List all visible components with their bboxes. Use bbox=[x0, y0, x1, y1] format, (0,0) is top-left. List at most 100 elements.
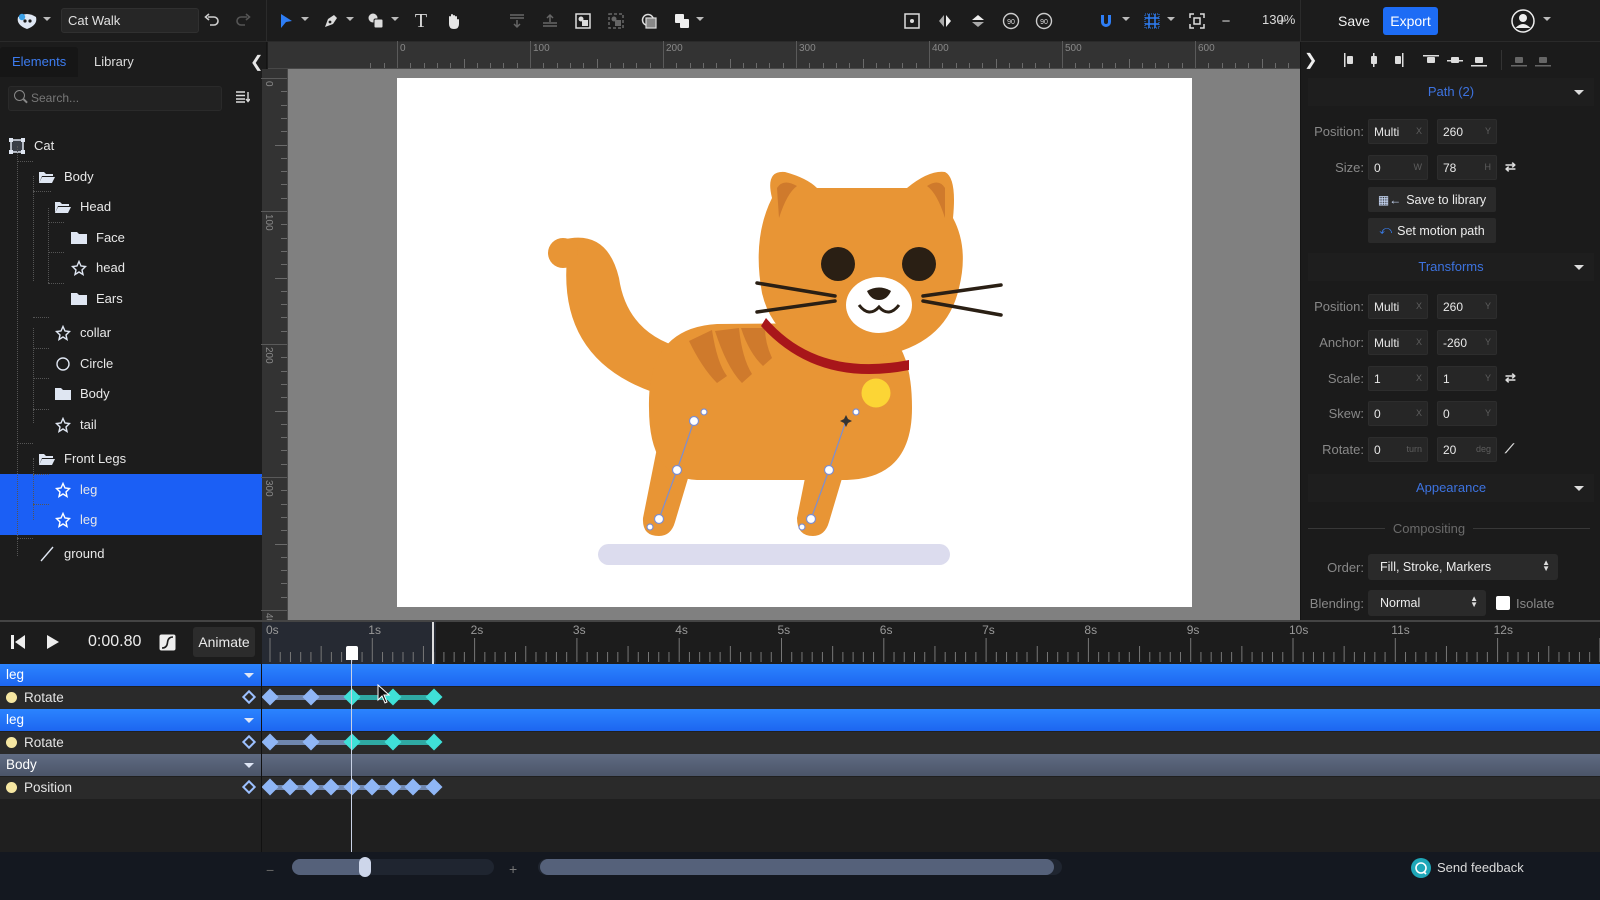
size-height-field[interactable]: 78 H bbox=[1437, 155, 1497, 180]
keyframe-diamond[interactable] bbox=[302, 733, 320, 751]
group-icon[interactable] bbox=[572, 10, 594, 32]
document-title-input[interactable]: Cat Walk bbox=[61, 8, 199, 33]
boolean-caret-icon[interactable] bbox=[696, 17, 704, 21]
add-keyframe-icon[interactable] bbox=[241, 689, 257, 705]
shapes-icon[interactable] bbox=[365, 10, 387, 32]
lightbulb-icon[interactable] bbox=[6, 782, 17, 793]
keyframe-diamond[interactable] bbox=[302, 778, 320, 796]
zoom-out-button[interactable]: − bbox=[1215, 10, 1237, 32]
keyframe-diamond[interactable] bbox=[384, 733, 402, 751]
fit-selection-icon[interactable] bbox=[901, 10, 923, 32]
layer-item-tail[interactable]: tail bbox=[0, 409, 266, 440]
layer-item-body[interactable]: Body bbox=[0, 378, 266, 409]
hand-icon[interactable] bbox=[443, 10, 465, 32]
keyframe-diamond[interactable] bbox=[425, 778, 443, 796]
distribute-middle-icon[interactable] bbox=[539, 10, 561, 32]
flip-horizontal-icon[interactable] bbox=[934, 10, 956, 32]
save-to-library-button[interactable]: ▦← Save to library bbox=[1368, 187, 1496, 212]
lightbulb-icon[interactable] bbox=[6, 692, 17, 703]
ungroup-icon[interactable] bbox=[605, 10, 627, 32]
layer-item-front-legs[interactable]: Front Legs bbox=[0, 443, 266, 474]
path-section-header[interactable]: Path (2) bbox=[1308, 78, 1594, 106]
boolean-icon[interactable] bbox=[671, 10, 693, 32]
mask-icon[interactable] bbox=[638, 10, 660, 32]
pen-caret-icon[interactable] bbox=[346, 17, 354, 21]
track-group-leg[interactable]: leg bbox=[0, 709, 1600, 731]
flip-vertical-icon[interactable] bbox=[967, 10, 989, 32]
snap-caret-icon[interactable] bbox=[1122, 17, 1130, 21]
layer-item-head[interactable]: Head bbox=[0, 191, 266, 222]
keyframe-diamond[interactable] bbox=[261, 733, 279, 751]
anchor-x-field[interactable]: Multi X bbox=[1368, 330, 1428, 355]
caret-down-icon[interactable] bbox=[244, 673, 254, 678]
size-width-field[interactable]: 0W bbox=[1368, 155, 1428, 180]
redo-icon[interactable] bbox=[232, 10, 254, 32]
playhead-handle[interactable] bbox=[345, 646, 358, 660]
work-area-end-marker[interactable] bbox=[432, 622, 434, 664]
layer-item-head[interactable]: head bbox=[0, 252, 266, 283]
rotate-cw-90-icon[interactable]: 90 bbox=[1033, 10, 1055, 32]
track-group-body[interactable]: Body bbox=[0, 754, 1600, 776]
keyframe-diamond[interactable] bbox=[425, 733, 443, 751]
transforms-section-header[interactable]: Transforms bbox=[1308, 253, 1594, 281]
keyframe-diamond[interactable] bbox=[302, 688, 320, 706]
keyframe-diamond[interactable] bbox=[322, 778, 340, 796]
undo-icon[interactable] bbox=[201, 10, 223, 32]
timeline-zoom-out-icon[interactable]: − bbox=[266, 862, 274, 878]
timeline-zoom-knob[interactable] bbox=[358, 857, 371, 877]
anchor-y-field[interactable]: -260 Y bbox=[1437, 330, 1497, 355]
keyframe-diamond[interactable] bbox=[261, 778, 279, 796]
distribute-top-icon[interactable] bbox=[506, 10, 528, 32]
transform-position-x-field[interactable]: Multi X bbox=[1368, 294, 1428, 319]
grid-caret-icon[interactable] bbox=[1167, 17, 1175, 21]
add-keyframe-icon[interactable] bbox=[241, 734, 257, 750]
cat-illustration[interactable] bbox=[397, 78, 1192, 607]
layer-item-cat[interactable]: Cat bbox=[0, 130, 266, 161]
track-group-leg[interactable]: leg bbox=[0, 664, 1600, 686]
skip-to-start-icon[interactable] bbox=[10, 633, 26, 654]
send-feedback-link[interactable]: Send feedback bbox=[1437, 860, 1524, 875]
distribute-h-icon[interactable] bbox=[1511, 53, 1527, 67]
vertical-ruler[interactable]: 0 100 200 300 40 bbox=[261, 69, 288, 624]
play-icon[interactable] bbox=[46, 633, 60, 654]
magnet-snap-icon[interactable] bbox=[1095, 10, 1117, 32]
distribute-v-icon[interactable] bbox=[1535, 53, 1551, 67]
blending-select[interactable]: Normal ▲ ▼ bbox=[1368, 590, 1486, 616]
sort-layers-icon[interactable] bbox=[236, 91, 251, 103]
feedback-chat-icon[interactable] bbox=[1411, 858, 1431, 878]
keyframe-diamond[interactable] bbox=[363, 778, 381, 796]
track-property-rotate[interactable]: Rotate bbox=[0, 732, 1600, 754]
artboard[interactable] bbox=[397, 78, 1192, 607]
transform-position-y-field[interactable]: 260 Y bbox=[1437, 294, 1497, 319]
app-menu-caret-icon[interactable] bbox=[43, 17, 51, 21]
layer-item-face[interactable]: Face bbox=[0, 222, 266, 253]
pointer-icon[interactable] bbox=[275, 10, 297, 32]
align-vcenter-icon[interactable] bbox=[1447, 53, 1463, 67]
rotate-origin-icon[interactable]: ⟋ bbox=[1505, 441, 1514, 457]
grid-icon[interactable] bbox=[1141, 10, 1163, 32]
current-time-readout[interactable]: 0:00.80 bbox=[88, 633, 141, 651]
fit-screen-icon[interactable] bbox=[1186, 10, 1208, 32]
search-input[interactable]: Search... bbox=[8, 86, 222, 111]
track-property-position[interactable]: Position bbox=[0, 777, 1600, 799]
align-bottom-icon[interactable] bbox=[1471, 53, 1487, 67]
timeline-zoom-in-icon[interactable]: + bbox=[509, 861, 517, 877]
user-menu-caret-icon[interactable] bbox=[1543, 17, 1551, 21]
tab-elements[interactable]: Elements bbox=[0, 47, 79, 77]
caret-down-icon[interactable] bbox=[244, 763, 254, 768]
pen-icon[interactable] bbox=[320, 10, 342, 32]
animate-button[interactable]: Animate bbox=[193, 627, 255, 657]
keyframe-diamond[interactable] bbox=[343, 733, 361, 751]
layer-item-body[interactable]: Body bbox=[0, 161, 266, 192]
layer-item-circle[interactable]: Circle bbox=[0, 348, 266, 379]
track-property-rotate[interactable]: Rotate bbox=[0, 687, 1600, 709]
path-position-x-field[interactable]: Multi X bbox=[1368, 119, 1428, 144]
align-hcenter-icon[interactable] bbox=[1367, 53, 1381, 67]
chevron-right-icon[interactable]: ❯ bbox=[1304, 50, 1317, 70]
rotate-ccw-90-icon[interactable]: 90 bbox=[1000, 10, 1022, 32]
skew-y-field[interactable]: 0Y bbox=[1437, 401, 1497, 426]
skew-x-field[interactable]: 0X bbox=[1368, 401, 1428, 426]
text-icon[interactable]: T bbox=[410, 10, 432, 32]
scale-y-field[interactable]: 1Y bbox=[1437, 366, 1497, 391]
timeline-scrollbar-thumb[interactable] bbox=[540, 859, 1054, 875]
